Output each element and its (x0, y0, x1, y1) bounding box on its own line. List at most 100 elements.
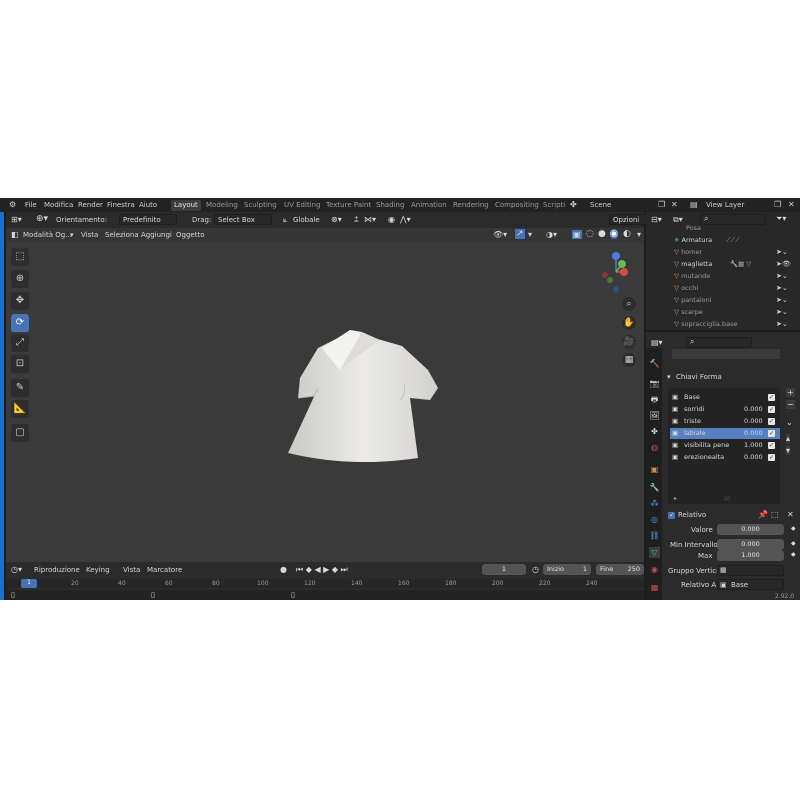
shape-key-mute-checkbox[interactable]: ✓ (768, 430, 775, 437)
menu-keying[interactable]: Keying (86, 566, 110, 574)
shape-key-mute-checkbox[interactable]: ✓ (768, 454, 775, 461)
edit-mode-icon[interactable]: ⬚ (771, 510, 779, 519)
shape-keys-title[interactable]: Chiavi Forma (676, 373, 722, 381)
end-frame-field[interactable]: Fine 250 (596, 564, 644, 575)
list-resize-handle[interactable]: ::: (724, 495, 730, 502)
move-tool-icon[interactable]: ✥ (11, 292, 29, 310)
world-tab-icon[interactable]: ◍ (649, 442, 660, 453)
tab-animation[interactable]: Animation (408, 200, 450, 211)
tab-shading[interactable]: Shading (373, 200, 407, 211)
menu-render[interactable]: Render (78, 201, 103, 209)
add-shape-key-button[interactable]: + (786, 388, 795, 397)
object-tab-icon[interactable]: ▣ (649, 464, 660, 475)
tool-tab-icon[interactable]: 🔨 (649, 358, 660, 369)
scene-name[interactable]: Scene (590, 201, 611, 209)
keyframe-dot-icon[interactable]: ◆ (791, 525, 796, 532)
select-toggle-icon[interactable]: ➤⌄ (776, 296, 788, 304)
move-up-icon[interactable]: ▴ (786, 434, 791, 443)
overlay-icon[interactable]: ◑▾ (546, 230, 557, 239)
scale-tool-icon[interactable]: ⤢ (11, 334, 29, 352)
shape-key-row-visibilita-pene[interactable]: ▣ visibilita pene 1.000 ✓ (670, 440, 780, 451)
outliner-item-maglietta[interactable]: ▽ maglietta 🔧▦ ▽ (674, 260, 751, 271)
outliner-item-mutande[interactable]: ▽ mutande (674, 272, 710, 283)
select-toggle-icon[interactable]: ➤⌄ (776, 284, 788, 292)
mode-chevron-icon[interactable]: ▾ (70, 231, 74, 239)
shape-key-row-sorridi[interactable]: ▣ sorridi 0.000 ✓ (670, 404, 780, 415)
shape-key-mute-checkbox[interactable]: ✓ (768, 442, 775, 449)
valore-field[interactable]: 0.000 (717, 524, 784, 535)
select-box-tool-icon[interactable]: ⬚ (11, 248, 29, 266)
pin-icon[interactable]: 📌 (758, 510, 768, 519)
gizmo-toggle-icon[interactable]: ↗ (515, 229, 525, 239)
snap-icon[interactable]: ⩲ (354, 215, 359, 225)
properties-search-input[interactable] (686, 337, 752, 348)
constraints-tab-icon[interactable]: ⛓ (649, 530, 660, 541)
menu-aggiungi[interactable]: Aggiungi (141, 231, 172, 239)
view-layer-name[interactable]: View Layer (706, 201, 744, 209)
relative-key-field[interactable] (717, 579, 784, 590)
cursor-tool-icon[interactable]: ⊕ (11, 270, 29, 288)
outliner-item-armatura[interactable]: ✳ Armatura ⟋⟋⟋ (674, 236, 740, 247)
menu-file[interactable]: File (25, 201, 37, 209)
playhead[interactable]: 1 (21, 579, 37, 588)
pan-hand-icon[interactable]: ✋ (622, 316, 636, 330)
gizmo-chevron-icon[interactable]: ▾ (528, 230, 532, 239)
rotate-tool-icon[interactable]: ⟳ (11, 314, 29, 332)
object-mode-icon[interactable]: ◧ (11, 230, 19, 239)
shape-key-mute-checkbox[interactable]: ✓ (768, 394, 775, 401)
tab-uv-editing[interactable]: UV Editing (281, 200, 324, 211)
shape-key-mute-checkbox[interactable]: ✓ (768, 418, 775, 425)
outliner-item-homer[interactable]: ▽ homer (674, 248, 702, 259)
list-expand-icon[interactable]: ▸ (674, 495, 677, 502)
wireframe-shading-icon[interactable]: ◌ (586, 229, 594, 239)
menu-seleziona[interactable]: Seleziona (105, 231, 139, 239)
texture-tab-icon[interactable]: ▦ (649, 582, 660, 593)
material-shading-icon[interactable]: ◉ (610, 229, 618, 239)
physics-tab-icon[interactable]: ◎ (649, 514, 660, 525)
visibility-icon[interactable]: 👁▾ (493, 230, 507, 239)
view-layer-tab-icon[interactable]: 🖼 (649, 410, 660, 421)
scene-icon[interactable]: ✤ (570, 200, 577, 209)
particles-tab-icon[interactable]: ⁂ (649, 498, 660, 509)
outliner-item-pantaloni[interactable]: ▽ pantaloni (674, 296, 712, 307)
transform-pivot-icon[interactable]: ⊕▾ (36, 214, 48, 224)
shape-key-row-labiale[interactable]: ▣ labiale 0.000 ✓ (670, 428, 780, 439)
select-toggle-icon[interactable]: ➤⌄ (776, 320, 788, 328)
select-toggle-icon[interactable]: ➤⌄ (776, 272, 788, 280)
view-layer-icon[interactable]: ▤ (690, 200, 698, 209)
transform-tool-icon[interactable]: ⊡ (11, 355, 29, 373)
data-tab-icon[interactable]: ▽ (649, 547, 660, 558)
menu-finestra[interactable]: Finestra (107, 201, 135, 209)
menu-timeline-vista[interactable]: Vista (123, 566, 140, 574)
select-toggle-icon[interactable]: ➤👁 (776, 260, 791, 268)
relativo-checkbox[interactable]: ✓ (668, 512, 675, 519)
object-mode-dropdown[interactable]: Modalità Og... (23, 231, 72, 239)
min-intervallo-field[interactable]: 0.000 (717, 539, 784, 550)
outliner-search-input[interactable] (700, 214, 766, 225)
menu-aiuto[interactable]: Aiuto (139, 201, 157, 209)
filter-icon[interactable]: ⏷▾ (776, 214, 786, 224)
material-tab-icon[interactable]: ◉ (649, 564, 660, 575)
outliner-item-occhi[interactable]: ▽ occhi (674, 284, 698, 295)
transform-value[interactable]: Globale (293, 216, 320, 224)
select-toggle-icon[interactable]: ➤⌄ (776, 308, 788, 316)
render-tab-icon[interactable]: 📷 (649, 378, 660, 389)
display-mode-icon[interactable]: ⧉▾ (673, 215, 683, 225)
menu-oggetto[interactable]: Oggetto (176, 231, 204, 239)
tab-layout[interactable]: Layout (171, 200, 201, 211)
delete-scene-icon[interactable]: ✕ (671, 200, 678, 209)
snap-target-icon[interactable]: ⋈▾ (364, 215, 376, 224)
shape-key-row-base[interactable]: ▣ Base ✓ (670, 392, 780, 403)
tab-sculpting[interactable]: Sculpting (241, 200, 280, 211)
menu-vista[interactable]: Vista (81, 231, 98, 239)
vertex-group-field[interactable] (717, 565, 784, 576)
shape-key-row-erezionealta[interactable]: ▣ erezionealta 0.000 ✓ (670, 452, 780, 463)
outliner-item-posa[interactable]: Posa (686, 224, 701, 235)
start-frame-field[interactable]: Inizio 1 (543, 564, 591, 575)
menu-modifica[interactable]: Modifica (44, 201, 73, 209)
xray-icon[interactable]: ▣ (572, 230, 582, 239)
clear-icon[interactable]: ✕ (787, 510, 794, 519)
menu-marcatore[interactable]: Marcatore (147, 566, 182, 574)
timeline-editor-icon[interactable]: ◷▾ (11, 565, 22, 574)
shading-options-icon[interactable]: ▾ (637, 230, 641, 239)
